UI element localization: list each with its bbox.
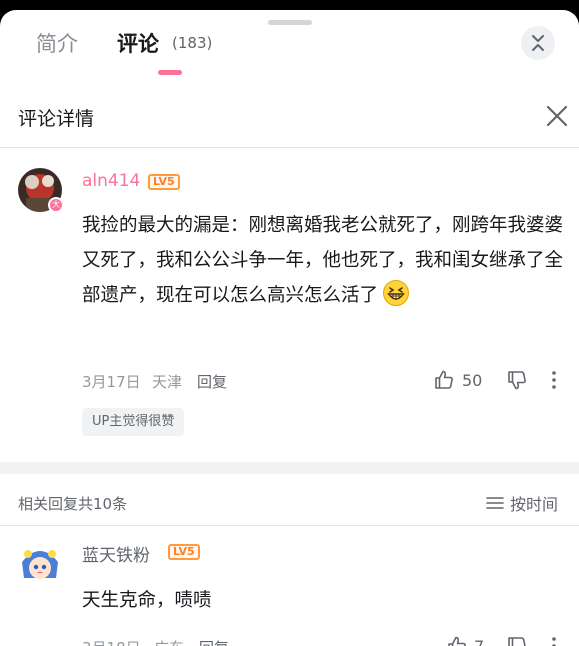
like-count: 7 bbox=[474, 637, 484, 646]
tab-bar: 简介 评论 (183) bbox=[0, 10, 579, 88]
sort-button[interactable]: 按时间 bbox=[486, 491, 558, 515]
comment-username[interactable]: aln414 bbox=[82, 171, 140, 191]
reply-date: 3月18日 bbox=[82, 637, 141, 646]
detail-title: 评论详情 bbox=[18, 108, 95, 130]
thumbs-down-icon[interactable] bbox=[506, 369, 528, 391]
reply-button[interactable]: 回复 bbox=[199, 637, 229, 646]
reply-avatar[interactable] bbox=[18, 542, 62, 586]
more-options-icon[interactable] bbox=[549, 635, 559, 646]
sort-lines-icon bbox=[486, 497, 504, 509]
comment-location: 天津 bbox=[152, 373, 183, 391]
reply-location: 广东 bbox=[154, 637, 184, 646]
avatar[interactable]: 大 bbox=[18, 168, 64, 213]
comment-body: 我捡的最大的漏是：刚想离婚我老公就死了，刚跨年我婆婆又死了，我和公公斗争一年，他… bbox=[82, 215, 564, 306]
comment-date: 3月17日 bbox=[82, 373, 141, 391]
reply-username[interactable]: 蓝天铁粉 bbox=[82, 541, 150, 566]
level-badge: LV5 bbox=[148, 174, 180, 190]
active-tab-indicator bbox=[158, 70, 182, 75]
collapse-chevrons-icon bbox=[532, 35, 544, 51]
close-icon[interactable] bbox=[543, 102, 571, 130]
sort-label: 按时间 bbox=[510, 495, 559, 514]
comment-sheet: 简介 评论 (183) 评论详情 大 aln414 LV5 我捡的最大的漏是：刚… bbox=[0, 10, 579, 646]
up-liked-tag: UP主觉得很赞 bbox=[82, 408, 185, 436]
replies-count: 相关回复共10条 bbox=[18, 495, 128, 513]
reply-text: 天生克命，啧啧 bbox=[82, 590, 212, 611]
like-count: 50 bbox=[462, 371, 483, 390]
comment-detail-header: 评论详情 bbox=[0, 88, 579, 148]
tab-comments[interactable]: 评论 bbox=[117, 30, 159, 58]
thumbs-down-icon[interactable] bbox=[506, 635, 528, 646]
more-options-icon[interactable] bbox=[549, 369, 559, 391]
collapse-button[interactable] bbox=[521, 26, 555, 60]
comment-text: 我捡的最大的漏是：刚想离婚我老公就死了，刚跨年我婆婆又死了，我和公公斗争一年，他… bbox=[82, 208, 568, 313]
verified-badge: 大 bbox=[48, 197, 64, 213]
tab-intro[interactable]: 简介 bbox=[36, 30, 78, 58]
thumbs-up-icon[interactable] bbox=[433, 369, 455, 391]
thumbs-up-icon[interactable] bbox=[446, 635, 468, 646]
section-divider bbox=[0, 462, 579, 474]
replies-header: 相关回复共10条 按时间 bbox=[0, 474, 579, 526]
reply-button[interactable]: 回复 bbox=[197, 371, 227, 392]
tab-comment-count: (183) bbox=[172, 34, 213, 52]
level-badge: LV5 bbox=[168, 544, 200, 560]
grinning-face-icon bbox=[383, 280, 410, 306]
anime-avatar-image bbox=[18, 542, 62, 586]
